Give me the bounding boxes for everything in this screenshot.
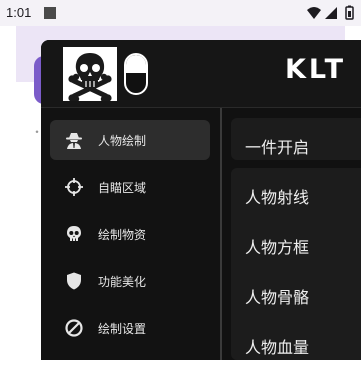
- signal-icon: [325, 7, 337, 19]
- option-player-skeleton[interactable]: 人物骨骼: [231, 268, 361, 316]
- mod-menu-panel: KLT 人物绘制 自瞄区域 绘制物资 功能美化 绘制设置 一件开启 人物射线 人…: [41, 40, 361, 360]
- option-player-line[interactable]: 人物射线: [231, 168, 361, 216]
- sidebar-item-aim-region[interactable]: 自瞄区域: [50, 167, 210, 207]
- notification-icon: [44, 7, 56, 19]
- option-player-health[interactable]: 人物血量: [231, 318, 361, 360]
- menu-toggle[interactable]: [124, 53, 148, 95]
- skull-crossbones-icon: [63, 47, 117, 103]
- crosshair-icon: [65, 178, 83, 196]
- spy-icon: [66, 133, 82, 149]
- options-group: 人物射线 人物方框 人物骨骼 人物血量: [231, 168, 361, 360]
- option-one-click-enable[interactable]: 一件开启: [231, 118, 361, 160]
- option-player-box[interactable]: 人物方框: [231, 218, 361, 266]
- option-label: 人物方框: [245, 238, 310, 257]
- options-list: 一件开启 人物射线 人物方框 人物骨骼 人物血量: [222, 108, 361, 360]
- sidebar-item-draw-settings[interactable]: 绘制设置: [50, 308, 210, 348]
- status-icons: [307, 5, 354, 20]
- option-label: 人物射线: [245, 188, 310, 207]
- sidebar-item-draw-supplies[interactable]: 绘制物资: [50, 214, 210, 254]
- option-label: 人物血量: [245, 338, 310, 357]
- menu-header[interactable]: KLT: [41, 40, 361, 107]
- menu-title: KLT: [285, 54, 347, 85]
- shield-icon: [67, 272, 81, 290]
- status-time: 1:01: [6, 5, 32, 20]
- sidebar-item-player-drawing[interactable]: 人物绘制: [50, 120, 210, 160]
- sidebar-item-label: 绘制设置: [98, 322, 147, 336]
- option-label: 一件开启: [245, 138, 310, 157]
- battery-icon: [345, 5, 354, 20]
- wifi-icon: [307, 7, 321, 19]
- status-bar: 1:01: [0, 0, 361, 26]
- sidebar-item-label: 绘制物资: [98, 228, 147, 242]
- skull-icon: [67, 226, 81, 241]
- sidebar-item-label: 功能美化: [98, 275, 147, 289]
- sidebar-item-feature-beautify[interactable]: 功能美化: [50, 261, 210, 301]
- sidebar-item-label: 自瞄区域: [98, 181, 147, 195]
- sidebar-item-label: 人物绘制: [98, 134, 147, 148]
- option-label: 人物骨骼: [245, 288, 310, 307]
- toggle-knob: [126, 55, 146, 73]
- prohibited-icon: [65, 319, 83, 337]
- sidebar: 人物绘制 自瞄区域 绘制物资 功能美化 绘制设置: [41, 108, 220, 360]
